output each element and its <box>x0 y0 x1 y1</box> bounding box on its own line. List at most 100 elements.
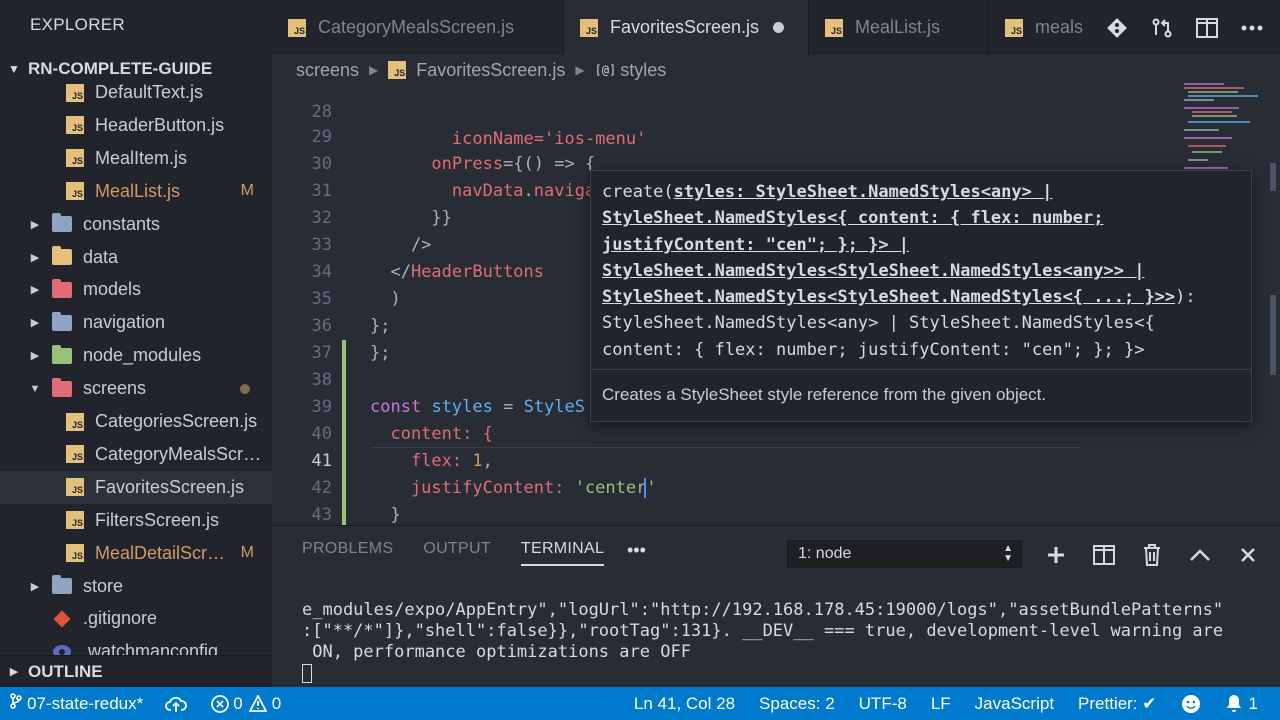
tree-item[interactable]: .watchmanconfig <box>0 635 272 655</box>
tree-item[interactable]: JS FavoritesScreen.js <box>0 470 272 504</box>
line-ending[interactable]: LF <box>931 694 951 714</box>
tree-item[interactable]: JS MealDetailScreen.js M <box>0 537 272 570</box>
bell-icon <box>1226 694 1241 712</box>
tab-output[interactable]: OUTPUT <box>423 540 491 566</box>
unsaved-dot-icon[interactable] <box>773 22 785 33</box>
tree-item[interactable]: .gitignore <box>0 602 272 635</box>
chevron-right-icon: ▶ <box>575 63 585 77</box>
hover-signature: create(styles: StyleSheet.NamedStyles<an… <box>602 182 1196 360</box>
tree-item[interactable]: JS CategoriesScreen.js <box>0 405 272 438</box>
tree-item-label: navigation <box>83 312 166 333</box>
hover-tooltip: create(styles: StyleSheet.NamedStyles<an… <box>590 170 1252 422</box>
tab-terminal[interactable]: TERMINAL <box>520 540 605 566</box>
indentation[interactable]: Spaces: 2 <box>759 694 835 714</box>
open-changes-icon[interactable] <box>1148 14 1176 42</box>
tree-item[interactable]: ▶ navigation <box>0 306 272 339</box>
split-terminal-icon[interactable] <box>1090 541 1118 569</box>
tree-item[interactable]: ▶ constants <box>0 208 272 241</box>
js-file-icon: JS <box>65 544 85 563</box>
tree-item-label: FavoritesScreen.js <box>95 476 245 497</box>
chevron-down-icon: ▼ <box>29 382 41 395</box>
error-count: 0 <box>233 693 243 713</box>
terminal-output[interactable]: e_modules/expo/AppEntry","logUrl":"http:… <box>302 600 1262 684</box>
js-file-icon: JS <box>1005 18 1023 37</box>
language-mode[interactable]: JavaScript <box>975 694 1054 714</box>
tree-item[interactable]: ▶ data <box>0 241 272 274</box>
code-line[interactable]: 43 }); <box>272 475 1180 525</box>
js-file-icon: JS <box>65 445 85 464</box>
tab-label: MealList.js <box>855 17 941 37</box>
tree-item[interactable]: JS DefaultText.js <box>0 77 272 109</box>
code-line[interactable]: 30 navData.navigation.toggleDrawer(); <box>272 124 1180 201</box>
tree-item-label: screens <box>83 378 147 399</box>
notifications-button[interactable]: 1 <box>1225 694 1258 714</box>
tree-item[interactable]: ▶ store <box>0 570 272 603</box>
maximize-panel-icon[interactable] <box>1186 541 1214 569</box>
encoding[interactable]: UTF-8 <box>859 694 907 714</box>
breadcrumb-file[interactable]: FavoritesScreen.js <box>416 60 565 81</box>
js-file-icon: JS <box>65 182 85 201</box>
tree-item[interactable]: ▼ screens <box>0 372 272 405</box>
terminal-line: ON, performance optimizations are OFF <box>302 642 691 662</box>
tree-item-label: .watchmanconfig <box>83 641 219 655</box>
code-line[interactable]: 42 } <box>272 448 1180 525</box>
new-terminal-icon[interactable] <box>1042 541 1070 569</box>
tree-item-label: CategoryMealsScreen.js <box>95 443 264 464</box>
git-icon <box>52 610 72 628</box>
close-panel-icon[interactable] <box>1234 541 1262 569</box>
breadcrumb-folder[interactable]: screens <box>296 60 359 81</box>
chevron-right-icon: ▶ <box>9 666 19 678</box>
tab-category-meals-screen[interactable]: JS CategoryMealsScreen.js <box>272 0 564 55</box>
modified-dot-icon <box>240 383 250 394</box>
feedback-button[interactable] <box>1181 694 1201 714</box>
tree-item[interactable]: JS CategoryMealsScreen.js <box>0 438 272 471</box>
js-file-icon: JS <box>65 116 85 135</box>
terminal-select[interactable]: 1: node ▲ ▼ <box>787 540 1022 568</box>
tree-item[interactable]: JS MealItem.js <box>0 142 272 175</box>
editor-scrollbar-thumb[interactable] <box>1270 295 1276 375</box>
sync-button[interactable] <box>165 695 188 713</box>
js-file-icon: JS <box>288 18 306 37</box>
more-actions-icon[interactable] <box>1238 14 1266 42</box>
tree-item-label: store <box>83 575 124 596</box>
git-compare-icon[interactable] <box>1103 14 1131 42</box>
tree-item[interactable]: JS MealList.js M <box>0 175 272 208</box>
tab-meal-list[interactable]: JS MealList.js <box>809 0 989 55</box>
tree-item[interactable]: ▶ node_modules <box>0 339 272 372</box>
prettier-status[interactable]: Prettier: ✔ <box>1078 694 1156 714</box>
tree-item-label: MealItem.js <box>95 147 188 168</box>
code-line-current[interactable]: 41 justifyContent: 'center' <box>272 421 1180 498</box>
tree-item[interactable]: JS HeaderButton.js <box>0 109 272 142</box>
problems-indicator[interactable]: 0 0 <box>211 694 281 714</box>
hover-documentation: Creates a StyleSheet style reference fro… <box>602 385 1047 404</box>
tree-item[interactable]: JS FiltersScreen.js <box>0 504 272 537</box>
chevron-right-icon: ▶ <box>30 350 40 363</box>
outline-section-header[interactable]: ▶ OUTLINE <box>0 655 272 687</box>
chevron-right-icon: ▶ <box>30 218 40 231</box>
tree-item-label: constants <box>83 213 161 234</box>
tree-item-label: MealList.js <box>95 180 181 201</box>
minimap-scroll-indicator[interactable] <box>1270 163 1276 191</box>
code-line[interactable]: 29 onPress={() => { <box>272 97 1180 174</box>
editor-tab-bar: JS CategoryMealsScreen.js JS FavoritesSc… <box>272 0 1280 55</box>
js-file-icon: JS <box>65 412 85 431</box>
branch-indicator[interactable]: 07-state-redux* <box>10 693 143 714</box>
cursor-position[interactable]: Ln 41, Col 28 <box>634 694 735 714</box>
tree-item-label: MealDetailScreen.js <box>95 542 232 563</box>
editor-actions <box>1088 0 1280 55</box>
js-file-icon: JS <box>825 18 843 37</box>
tree-item-label: DefaultText.js <box>95 82 204 102</box>
tree-item[interactable]: ▶ models <box>0 273 272 306</box>
split-editor-icon[interactable] <box>1193 14 1221 42</box>
trash-icon[interactable] <box>1138 541 1166 569</box>
bottom-panel: PROBLEMS OUTPUT TERMINAL ••• 1: node ▲ ▼ … <box>272 525 1280 687</box>
breadcrumb-symbol[interactable]: styles <box>620 60 666 81</box>
error-icon <box>211 694 230 713</box>
tab-problems[interactable]: PROBLEMS <box>302 540 393 566</box>
tree-item-label: CategoriesScreen.js <box>95 411 258 431</box>
more-icon[interactable]: ••• <box>627 540 646 561</box>
chevron-right-icon: ▶ <box>30 580 40 593</box>
tab-favorites-screen[interactable]: JS FavoritesScreen.js <box>564 0 809 55</box>
chevron-right-icon: ▶ <box>30 317 40 330</box>
code-line[interactable]: 44 <box>272 502 1180 525</box>
